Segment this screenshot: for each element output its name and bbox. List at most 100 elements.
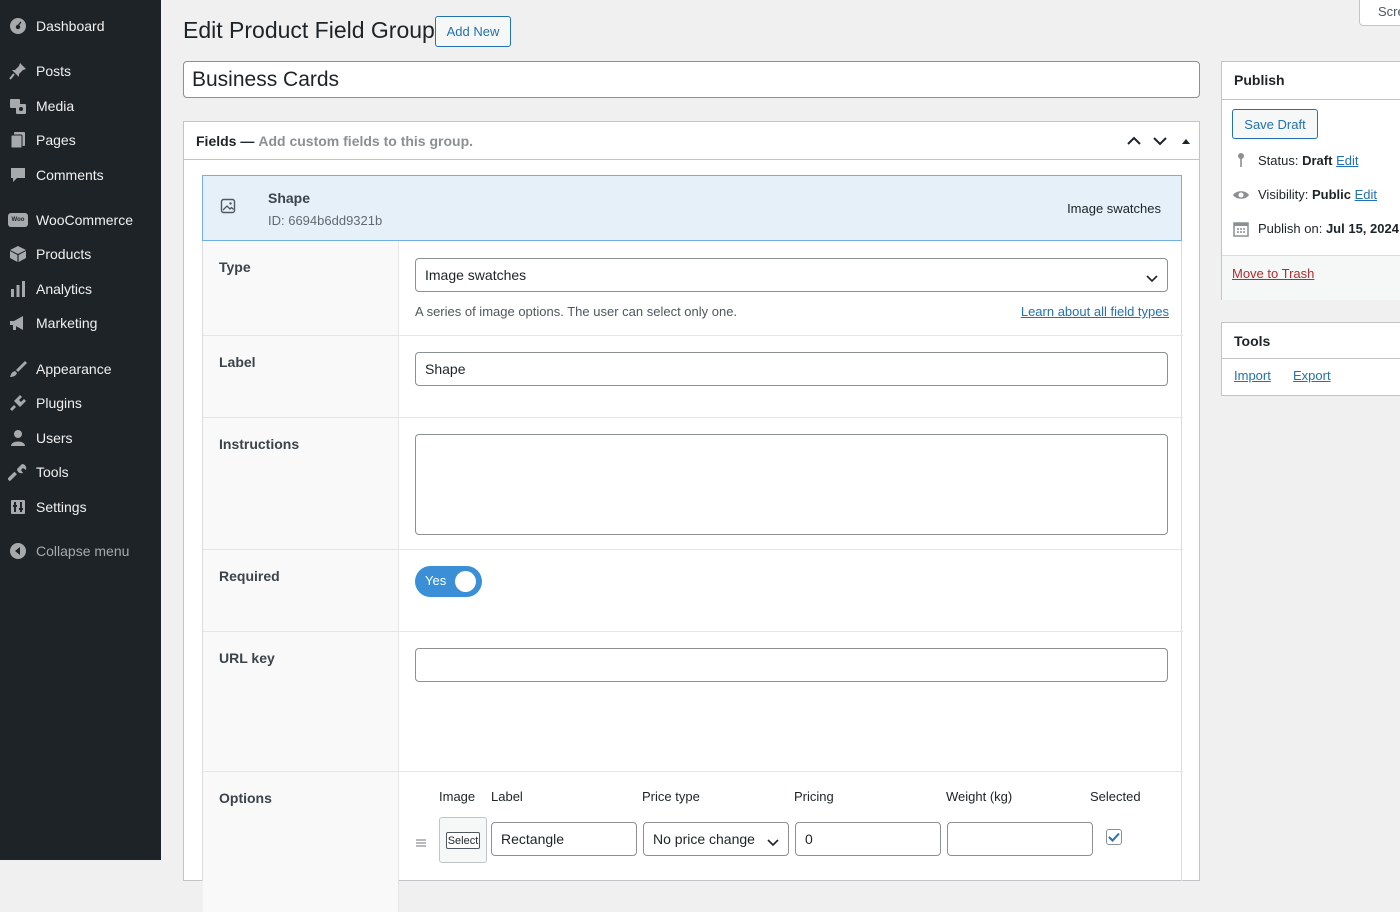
options-col-weight: Weight (kg) [946, 789, 1013, 804]
sidebar-item-label: Settings [36, 499, 87, 515]
collapse-icon [8, 541, 28, 561]
option-label-input[interactable]: Rectangle [491, 822, 637, 856]
field-type-select[interactable]: Image swatches [415, 258, 1168, 292]
setting-instructions-label: Instructions [203, 418, 399, 549]
status-value: Draft [1302, 153, 1333, 168]
fields-metabox-subtitle: Add custom fields to this group. [258, 132, 474, 149]
setting-label-row: Label Shape [203, 336, 1183, 418]
options-col-selected: Selected [1090, 789, 1141, 804]
option-price-type-select[interactable]: No price change [643, 822, 789, 856]
sidebar-item-label: Collapse menu [36, 543, 130, 559]
dashboard-icon [8, 16, 28, 36]
export-link[interactable]: Export [1293, 368, 1331, 383]
setting-label-label: Label [203, 336, 399, 417]
add-new-button[interactable]: Add New [435, 16, 511, 47]
fields-metabox-title: Fields — [196, 132, 255, 149]
sidebar-item-woocommerce[interactable]: Woo WooCommerce [0, 205, 161, 235]
move-down-icon[interactable] [1150, 131, 1170, 151]
fields-metabox-header: Fields — Add custom fields to this group… [184, 122, 1199, 160]
publish-date-line: Publish on: Jul 15, 2024 [1258, 221, 1399, 236]
sidebar-item-label: Posts [36, 63, 72, 79]
publish-date-value: Jul 15, 2024 [1325, 221, 1399, 236]
move-to-trash-link[interactable]: Move to Trash [1232, 266, 1314, 281]
sidebar-item-label: Appearance [36, 361, 112, 377]
type-help-text: A series of image options. The user can … [415, 304, 738, 319]
sidebar-item-posts[interactable]: Posts [0, 56, 161, 86]
option-image-slot: Select [439, 817, 487, 863]
sidebar-item-label: WooCommerce [36, 212, 133, 228]
settings-icon [8, 497, 28, 517]
sidebar-item-label: Media [36, 98, 75, 114]
sidebar-item-analytics[interactable]: Analytics [0, 274, 161, 304]
analytics-icon [8, 279, 28, 299]
visibility-line: Visibility: Public Edit [1258, 187, 1378, 202]
field-settings: Type Image swatches A series of image op… [202, 241, 1183, 912]
sidebar-item-media[interactable]: Media [0, 91, 161, 121]
option-selected-checkbox[interactable] [1106, 829, 1122, 845]
collapse-toggle-icon[interactable] [1176, 131, 1196, 151]
edit-status-link[interactable]: Edit [1336, 153, 1358, 168]
field-types-link[interactable]: Learn about all field types [1021, 304, 1169, 319]
publish-metabox: Publish Save Draft Status: Draft Edit Vi… [1221, 61, 1400, 300]
sidebar-item-dashboard[interactable]: Dashboard [0, 11, 161, 41]
sidebar-item-comments[interactable]: Comments [0, 160, 161, 190]
option-pricing-input[interactable]: 0 [795, 822, 941, 856]
sidebar-item-appearance[interactable]: Appearance [0, 354, 161, 384]
sidebar-item-products[interactable]: Products [0, 239, 161, 269]
media-icon [8, 96, 28, 116]
setting-options-label: Options [203, 772, 399, 912]
sidebar-item-label: Products [36, 246, 92, 262]
setting-urlkey-row: URL key [203, 632, 1183, 772]
sidebar-item-plugins[interactable]: Plugins [0, 388, 161, 418]
woocommerce-icon: Woo [8, 210, 28, 230]
options-col-pricing: Pricing [794, 789, 834, 804]
products-icon [8, 244, 28, 264]
label-input[interactable]: Shape [415, 352, 1168, 386]
pages-icon [8, 130, 28, 150]
users-icon [8, 428, 28, 448]
required-toggle[interactable]: Yes [415, 566, 482, 597]
sidebar-item-label: Dashboard [36, 18, 105, 34]
options-col-image: Image [439, 789, 476, 804]
sidebar-item-settings[interactable]: Settings [0, 492, 161, 522]
options-col-label: Label [491, 789, 523, 804]
collapse-menu-button[interactable]: Collapse menu [0, 536, 161, 566]
field-type: Image swatches [1067, 201, 1161, 216]
field-id: ID: 6694b6dd9321b [268, 213, 383, 228]
edit-visibility-link[interactable]: Edit [1355, 187, 1377, 202]
sidebar-item-pages[interactable]: Pages [0, 125, 161, 155]
url-key-input[interactable] [415, 648, 1168, 682]
tools-title: Tools [1234, 333, 1271, 349]
setting-instructions-row: Instructions [203, 418, 1183, 550]
post-title-input[interactable]: Business Cards [183, 61, 1200, 98]
sidebar-item-users[interactable]: Users [0, 423, 161, 453]
sidebar-item-label: Users [36, 430, 73, 446]
wrench-icon [8, 462, 28, 482]
select-image-button[interactable]: Select [446, 832, 480, 849]
setting-type-label: Type [203, 241, 399, 335]
drag-handle-icon[interactable] [416, 834, 426, 850]
setting-type-row: Type Image swatches A series of image op… [203, 241, 1183, 336]
page-title: Edit Product Field Group [183, 17, 435, 43]
move-up-icon[interactable] [1124, 131, 1144, 151]
visibility-value: Public [1311, 187, 1351, 202]
status-line: Status: Draft Edit [1258, 153, 1359, 168]
publish-title: Publish [1234, 72, 1285, 88]
screen-options-button[interactable]: Screen Options [1359, 0, 1400, 26]
plugins-icon [8, 393, 28, 413]
chevron-down-icon [1146, 270, 1158, 286]
option-weight-input[interactable] [947, 822, 1093, 856]
instructions-textarea[interactable] [415, 434, 1168, 535]
fields-metabox: Fields — Add custom fields to this group… [183, 121, 1200, 912]
sidebar-item-label: Pages [36, 132, 76, 148]
chevron-down-icon [767, 834, 779, 850]
save-draft-button[interactable]: Save Draft [1232, 109, 1318, 139]
import-link[interactable]: Import [1234, 368, 1271, 383]
sidebar-item-label: Comments [36, 167, 104, 183]
admin-sidebar: Dashboard Posts Media Pages Comments Woo… [0, 0, 161, 860]
sidebar-item-marketing[interactable]: Marketing [0, 308, 161, 338]
field-row-shape[interactable]: Shape ID: 6694b6dd9321b Image swatches [202, 175, 1182, 241]
pin-icon [8, 61, 28, 81]
sidebar-item-tools[interactable]: Tools [0, 457, 161, 487]
sidebar-item-label: Marketing [36, 315, 98, 331]
